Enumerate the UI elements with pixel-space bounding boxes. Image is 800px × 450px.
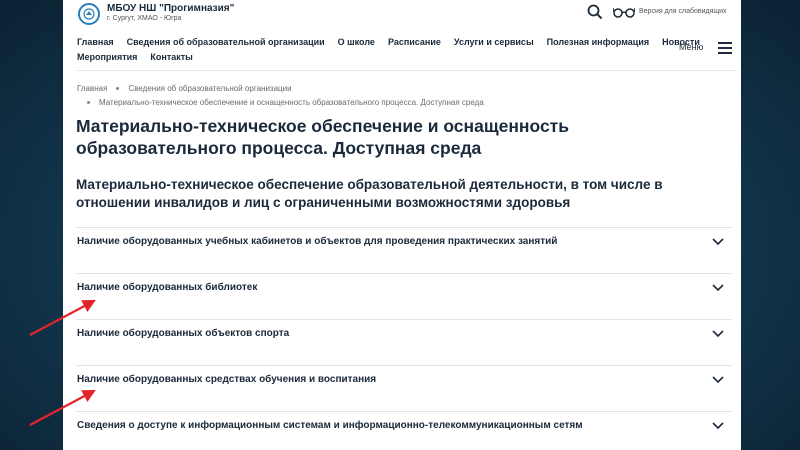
org-location: г. Сургут, ХМАО - Югра xyxy=(107,15,182,22)
chevron-down-icon[interactable] xyxy=(712,330,724,338)
breadcrumb-section[interactable]: Сведения об образовательной организации xyxy=(128,84,291,93)
chevron-down-icon[interactable] xyxy=(712,422,724,430)
accordion: Наличие оборудованных учебных кабинетов … xyxy=(76,227,732,450)
nav-item-contacts[interactable]: Контакты xyxy=(150,50,192,65)
chevron-down-icon[interactable] xyxy=(712,376,724,384)
accordion-item-classrooms[interactable]: Наличие оборудованных учебных кабинетов … xyxy=(76,227,732,273)
accordion-item-label: Наличие оборудованных средствах обучения… xyxy=(77,374,377,385)
search-icon[interactable] xyxy=(587,4,603,20)
menu-label[interactable]: Меню xyxy=(679,42,703,52)
header-divider xyxy=(77,70,737,71)
nav-row-1: Главная Сведения об образовательной орга… xyxy=(77,35,700,50)
accessibility-version-link[interactable]: Версия для слабовидящих xyxy=(639,8,727,15)
school-logo-icon[interactable] xyxy=(78,3,100,25)
accordion-item-information-systems[interactable]: Сведения о доступе к информационным сист… xyxy=(76,411,732,450)
nav-item-about[interactable]: О школе xyxy=(338,35,375,50)
chevron-down-icon[interactable] xyxy=(712,284,724,292)
section-heading: Материально-техническое обеспечение обра… xyxy=(76,177,663,210)
nav-item-org-info[interactable]: Сведения об образовательной организации xyxy=(127,35,325,50)
accordion-item-label: Сведения о доступе к информационным сист… xyxy=(77,420,583,431)
breadcrumb: Главная Сведения об образовательной орган… xyxy=(77,82,697,110)
accordion-item-sports[interactable]: Наличие оборудованных объектов спорта xyxy=(76,319,732,365)
breadcrumb-current: Материально-техническое обеспечение и ос… xyxy=(99,98,484,107)
main-nav: Главная Сведения об образовательной орга… xyxy=(77,35,700,65)
hamburger-menu-icon[interactable] xyxy=(718,42,732,54)
nav-row-2: Мероприятия Контакты xyxy=(77,50,667,65)
nav-item-useful-info[interactable]: Полезная информация xyxy=(547,35,649,50)
org-name[interactable]: МБОУ НШ "Прогимназия" xyxy=(107,3,234,14)
nav-item-schedule[interactable]: Расписание xyxy=(388,35,441,50)
accordion-item-teaching-tools[interactable]: Наличие оборудованных средствах обучения… xyxy=(76,365,732,411)
page-title: Материально-техническое обеспечение и ос… xyxy=(76,116,569,158)
accordion-item-label: Наличие оборудованных библиотек xyxy=(77,282,258,293)
chevron-down-icon[interactable] xyxy=(712,238,724,246)
breadcrumb-separator xyxy=(87,101,90,105)
nav-item-events[interactable]: Мероприятия xyxy=(77,50,137,65)
web-page: МБОУ НШ "Прогимназия" г. Сургут, ХМАО - … xyxy=(63,0,741,450)
glasses-icon[interactable] xyxy=(613,5,635,19)
nav-item-home[interactable]: Главная xyxy=(77,35,114,50)
nav-item-services[interactable]: Услуги и сервисы xyxy=(454,35,534,50)
breadcrumb-separator xyxy=(116,87,120,91)
accordion-item-libraries[interactable]: Наличие оборудованных библиотек xyxy=(76,273,732,319)
accordion-item-label: Наличие оборудованных учебных кабинетов … xyxy=(77,236,558,247)
accordion-item-label: Наличие оборудованных объектов спорта xyxy=(77,328,290,339)
breadcrumb-home[interactable]: Главная xyxy=(77,84,107,93)
